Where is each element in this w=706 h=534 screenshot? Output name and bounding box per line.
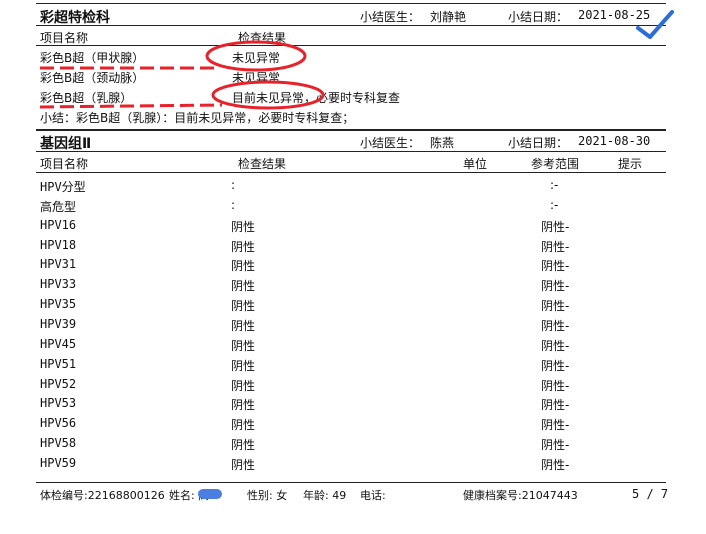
annotation-circle-icon: [211, 80, 325, 110]
annotation-overlay: [39, 10, 674, 110]
annotation-dashed-underline: [39, 103, 223, 109]
checkmark-icon: [636, 10, 674, 39]
annotation-circle-icon: [205, 40, 307, 72]
